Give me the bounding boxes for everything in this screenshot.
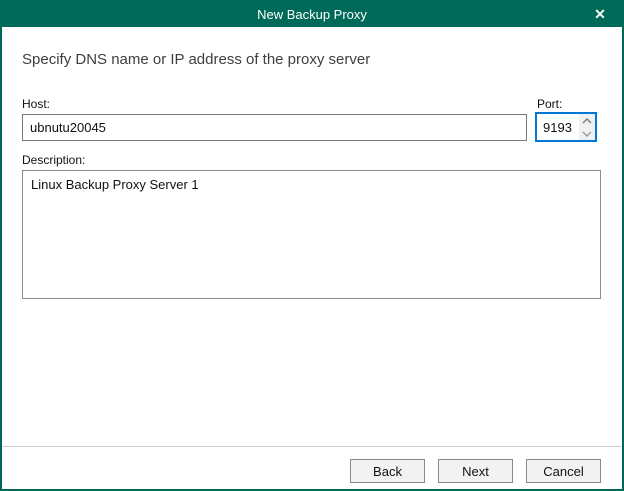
new-backup-proxy-dialog: New Backup Proxy ✕ Specify DNS name or I… (0, 0, 624, 491)
titlebar: New Backup Proxy (2, 2, 622, 27)
port-spinner-down-button[interactable] (579, 127, 595, 140)
port-spinbox (535, 112, 597, 142)
port-input[interactable] (537, 114, 579, 140)
close-button[interactable]: ✕ (586, 2, 614, 27)
cancel-button[interactable]: Cancel (526, 459, 601, 483)
footer: Back Next Cancel (2, 446, 622, 489)
close-icon: ✕ (594, 6, 606, 23)
next-button[interactable]: Next (438, 459, 513, 483)
chevron-down-icon (582, 131, 592, 137)
description-label: Description: (22, 153, 85, 167)
description-textarea[interactable]: Linux Backup Proxy Server 1 (22, 170, 601, 299)
port-spinner-up-button[interactable] (579, 114, 595, 127)
page-title: Specify DNS name or IP address of the pr… (22, 51, 370, 68)
host-input[interactable] (22, 114, 527, 141)
window-title: New Backup Proxy (257, 7, 367, 22)
port-label: Port: (537, 97, 562, 111)
chevron-up-icon (582, 118, 592, 124)
port-spinner (579, 114, 595, 140)
back-button[interactable]: Back (350, 459, 425, 483)
host-label: Host: (22, 97, 50, 111)
